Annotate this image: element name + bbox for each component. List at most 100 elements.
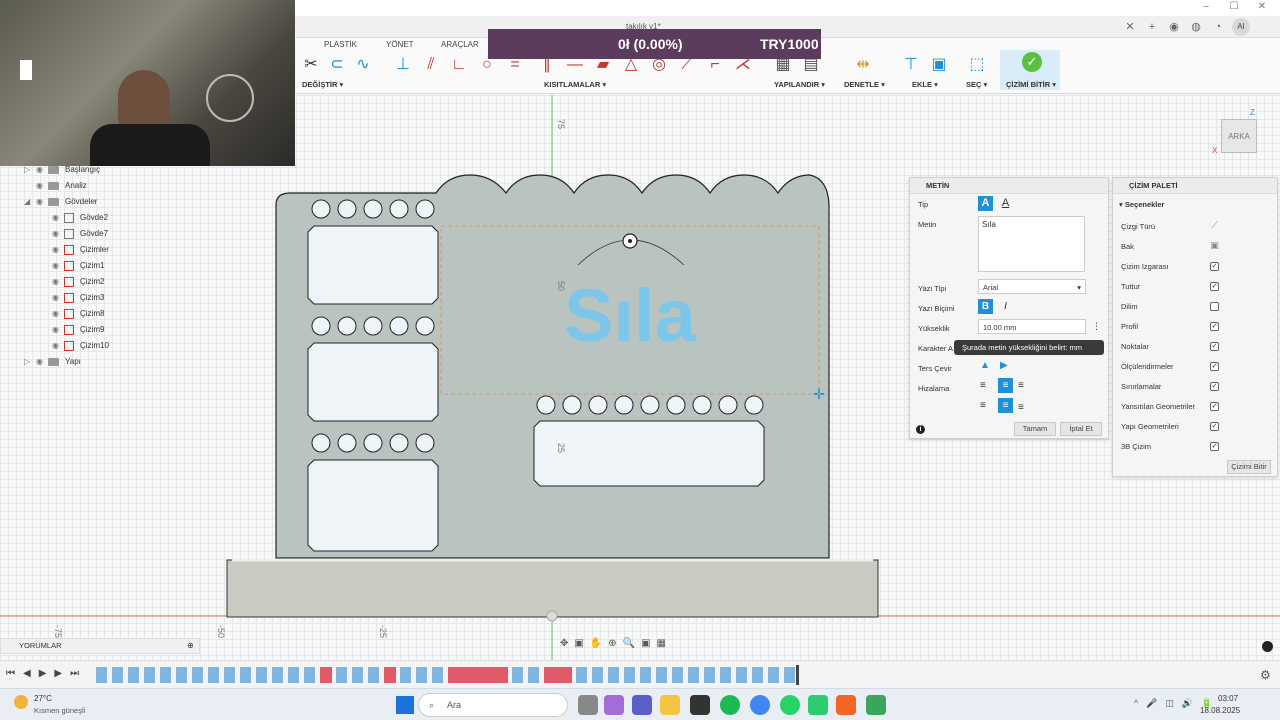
bold-toggle[interactable]: B [978, 299, 993, 314]
timeline-marker[interactable] [796, 665, 799, 685]
group-modify[interactable]: DEĞİŞTİR ▾ [302, 80, 343, 89]
tab-manage[interactable]: YÖNET [386, 40, 414, 49]
notifications-icon[interactable]: ◔ [1210, 19, 1226, 35]
teams-icon[interactable] [632, 695, 652, 715]
insert-image-icon[interactable]: ▣ [928, 54, 950, 76]
align-top-icon[interactable]: ≡ [980, 400, 986, 411]
info-icon[interactable]: i [916, 425, 925, 434]
flip-horizontal-icon[interactable]: ▶ [1000, 360, 1008, 371]
option-checkbox[interactable]: ✓ [1210, 322, 1219, 331]
option-checkbox[interactable]: ✓ [1210, 442, 1219, 451]
option-checkbox[interactable]: ✓ [1210, 262, 1219, 271]
tree-item-analysis[interactable]: ◉ Analiz [24, 178, 87, 194]
more-options-icon[interactable]: ⋮ [1092, 321, 1101, 332]
option-checkbox[interactable]: ✓ [1210, 422, 1219, 431]
type-path-text-icon[interactable]: A [998, 196, 1013, 211]
option-checkbox[interactable]: ✓ [1210, 362, 1219, 371]
text-value-field[interactable]: Sıla [978, 216, 1085, 272]
tree-item-sketch9[interactable]: ◉ Çizim9 [52, 322, 104, 338]
flip-vertical-icon[interactable]: ▲ [980, 360, 990, 371]
tree-item-sketch8[interactable]: ◉ Çizim8 [52, 306, 104, 322]
timeline-sketch-marker[interactable] [384, 667, 396, 683]
type-text-icon[interactable]: A [978, 196, 993, 211]
group-inspect[interactable]: DENETLE ▾ [844, 80, 885, 89]
comments-panel[interactable]: YORUMLAR ⊕ [0, 638, 200, 654]
timeline-sketch-marker[interactable] [320, 667, 332, 683]
option-checkbox[interactable]: ✓ [1210, 282, 1219, 291]
timeline-features[interactable] [96, 667, 796, 683]
taskbar-search[interactable]: ⌕ Ara [418, 693, 568, 717]
spotify-icon[interactable] [720, 695, 740, 715]
window-close-icon[interactable]: ✕ [1252, 0, 1272, 14]
store-icon[interactable] [690, 695, 710, 715]
align-center-icon[interactable]: ≡ [998, 378, 1013, 393]
maximize-icon[interactable]: ☐ [1224, 0, 1244, 14]
group-select[interactable]: SEÇ ▾ [966, 80, 987, 89]
app-triangle-icon[interactable] [866, 695, 886, 715]
tab-plastic[interactable]: PLASTİK [324, 40, 357, 49]
align-bottom-icon[interactable]: ≡ [1018, 402, 1024, 413]
job-status-icon[interactable]: ◍ [1188, 19, 1204, 35]
timeline-controls[interactable]: ⏮◀▶▶⏭ [6, 668, 87, 679]
collinear-icon[interactable]: ⫽ [420, 54, 442, 76]
offset-icon[interactable]: ⊂ [326, 54, 348, 76]
ok-button[interactable]: Tamam [1014, 422, 1056, 436]
fusion-icon[interactable] [836, 695, 856, 715]
group-constraints[interactable]: KISITLAMALAR ▾ [544, 80, 606, 89]
windows-start-icon[interactable] [396, 696, 414, 714]
look-at-icon[interactable]: ▣ [1210, 241, 1219, 251]
option-checkbox[interactable]: ✓ [1210, 402, 1219, 411]
cancel-button[interactable]: İptal Et [1060, 422, 1102, 436]
whatsapp-icon[interactable] [780, 695, 800, 715]
expand-comments-icon[interactable] [1262, 641, 1273, 652]
sketch-palette-header[interactable]: ÇİZİM PALETİ [1113, 178, 1277, 194]
tree-item-start[interactable]: ▷ ◉ Başlangıç [24, 162, 100, 178]
timeline-sketch-marker[interactable] [544, 667, 572, 683]
tree-item-bodies[interactable]: ◢ ◉ Gövdeler [24, 194, 97, 210]
new-tab-icon[interactable]: + [1144, 19, 1160, 35]
option-checkbox[interactable]: ✓ [1210, 382, 1219, 391]
coincident-icon[interactable]: ⊥ [392, 54, 414, 76]
add-comment-icon[interactable]: ⊕ [187, 639, 194, 653]
chrome-icon[interactable] [750, 695, 770, 715]
timeline-settings-icon[interactable]: ⚙ [1260, 668, 1271, 682]
tree-item-sketch2[interactable]: ◉ Çizim2 [52, 274, 104, 290]
font-select[interactable]: Arial ▾ [978, 279, 1086, 294]
select-window-icon[interactable]: ⬚ [966, 54, 988, 76]
tree-item-construction[interactable]: ▷ ◉ Yapı [24, 354, 81, 370]
tree-item-sketches[interactable]: ◉ Çizimler [52, 242, 109, 258]
height-input[interactable]: 10.00 mm [978, 319, 1086, 334]
tab-tools[interactable]: ARAÇLAR [441, 40, 479, 49]
option-checkbox[interactable]: ✓ [1210, 342, 1219, 351]
group-insert[interactable]: EKLE ▾ [912, 80, 938, 89]
weather-icon[interactable] [14, 695, 28, 709]
text-palette-header[interactable]: METİN [910, 178, 1108, 194]
spline-icon[interactable]: ∿ [352, 54, 374, 76]
finish-sketch-palette-button[interactable]: Çizimi Bitir [1227, 460, 1271, 474]
tree-item-body2[interactable]: ◉ Gövde2 [52, 210, 108, 226]
close-tab-icon[interactable]: ✕ [1122, 19, 1138, 35]
extensions-icon[interactable]: ◉ [1166, 19, 1182, 35]
tree-item-body7[interactable]: ◉ Gövde7 [52, 226, 108, 242]
timeline-sketch-marker[interactable] [448, 667, 508, 683]
options-section[interactable]: ▾ Seçenekler [1119, 200, 1164, 209]
tree-item-sketch3[interactable]: ◉ Çizim3 [52, 290, 104, 306]
italic-toggle[interactable]: I [998, 299, 1013, 314]
minimize-icon[interactable]: – [1196, 0, 1216, 14]
copilot-icon[interactable] [604, 695, 624, 715]
align-middle-icon[interactable]: ≡ [998, 398, 1013, 413]
trim-icon[interactable]: ✂ [300, 54, 322, 76]
measure-icon[interactable]: ⇹ [852, 54, 874, 76]
tree-item-sketch1[interactable]: ◉ Çizim1 [52, 258, 104, 274]
tree-item-sketch10[interactable]: ◉ Çizim10 [52, 338, 109, 354]
file-explorer-icon[interactable] [660, 695, 680, 715]
linetype-icon[interactable]: ⟋ [1210, 221, 1219, 231]
perpendicular-icon[interactable]: ∟ [448, 54, 470, 76]
align-right-icon[interactable]: ≡ [1018, 380, 1024, 391]
group-configure[interactable]: YAPILANDIR ▾ [774, 80, 825, 89]
navigation-bar[interactable]: ✥▣✋⊕🔍▣▦ [560, 638, 720, 654]
group-finish-sketch[interactable]: ÇİZİMİ BİTİR ▾ [1006, 80, 1056, 89]
viewcube[interactable]: ARKA [1221, 119, 1257, 153]
align-left-icon[interactable]: ≡ [980, 380, 986, 391]
app-icon[interactable] [808, 695, 828, 715]
